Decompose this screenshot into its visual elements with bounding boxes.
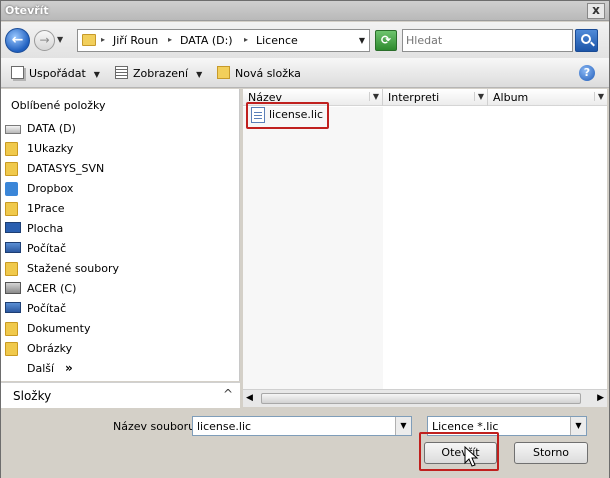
window-title: Otevřít bbox=[5, 4, 49, 17]
search-box[interactable] bbox=[402, 29, 573, 52]
acer-drive-icon bbox=[5, 282, 21, 294]
chevron-down-icon: ▼ bbox=[93, 70, 100, 79]
chevron-right-icon[interactable]: ▸ bbox=[244, 35, 248, 44]
nav-item-dropbox[interactable]: Dropbox bbox=[5, 179, 235, 199]
nav-item-stazene-soubory[interactable]: Stažené soubory bbox=[5, 259, 235, 279]
nav-item-pocitac[interactable]: Počítač bbox=[5, 239, 235, 259]
organize-icon bbox=[11, 66, 24, 79]
desktop-icon bbox=[5, 222, 21, 233]
open-button-highlight-annotation bbox=[419, 432, 499, 471]
open-file-dialog: Otevřít x ← → ▼ ▸ Jiří Roun ▸ DATA (D:) … bbox=[0, 0, 610, 478]
column-header-album[interactable]: Album ▼ bbox=[488, 89, 607, 106]
chevron-right-icon[interactable]: ▸ bbox=[101, 35, 105, 44]
chevron-down-icon[interactable]: ▼ bbox=[395, 417, 411, 435]
horizontal-scrollbar[interactable]: ◀ ▶ bbox=[243, 389, 607, 407]
organize-label: Uspořádat bbox=[29, 67, 86, 80]
folder-icon bbox=[5, 162, 18, 176]
dialog-footer: Název souboru: license.lic ▼ Licence *.l… bbox=[1, 408, 609, 478]
views-button[interactable]: Zobrazení ▼ bbox=[115, 66, 202, 80]
views-icon bbox=[115, 66, 128, 79]
folder-icon bbox=[5, 142, 18, 156]
chevron-down-icon[interactable]: ▼ bbox=[570, 417, 586, 435]
breadcrumb-folder[interactable]: Licence bbox=[256, 34, 298, 47]
address-bar[interactable]: ▸ Jiří Roun ▸ DATA (D:) ▸ Licence ▼ bbox=[77, 29, 370, 52]
file-list: Název ▼ Interpreti ▼ Album ▼ license.lic… bbox=[243, 89, 607, 407]
computer-icon bbox=[5, 302, 21, 313]
favorites-header: Oblíbené položky bbox=[11, 99, 106, 112]
double-chevron-right-icon: » bbox=[65, 361, 73, 375]
help-button[interactable]: ? bbox=[579, 65, 595, 81]
search-input[interactable] bbox=[406, 31, 566, 50]
scroll-right-icon[interactable]: ▶ bbox=[597, 393, 604, 403]
filename-value: license.lic bbox=[197, 420, 252, 433]
chevron-down-icon[interactable]: ▼ bbox=[368, 92, 379, 101]
nav-item-pocitac-2[interactable]: Počítač bbox=[5, 299, 235, 319]
organize-button[interactable]: Uspořádat ▼ bbox=[11, 66, 100, 80]
folder-icon bbox=[5, 202, 18, 216]
navigation-pane: Oblíbené položky DATA (D) 1Ukazky DATASY… bbox=[1, 89, 240, 381]
chevron-up-icon: ^ bbox=[223, 387, 234, 401]
nav-item-1ukazky[interactable]: 1Ukazky bbox=[5, 139, 235, 159]
filename-field[interactable]: license.lic ▼ bbox=[192, 416, 412, 436]
title-bar[interactable]: Otevřít x bbox=[1, 1, 609, 21]
chevron-right-icon[interactable]: ▸ bbox=[168, 35, 172, 44]
nav-item-plocha[interactable]: Plocha bbox=[5, 219, 235, 239]
file-highlight-annotation bbox=[246, 102, 329, 129]
folder-icon bbox=[82, 34, 96, 46]
column-header-interpreti[interactable]: Interpreti ▼ bbox=[383, 89, 488, 106]
refresh-button[interactable]: ⟳ bbox=[375, 30, 397, 51]
search-button[interactable] bbox=[575, 29, 598, 52]
folders-toggle[interactable]: Složky ^ bbox=[1, 382, 240, 408]
mouse-cursor-icon bbox=[464, 446, 479, 467]
new-folder-label: Nová složka bbox=[235, 67, 301, 80]
folder-icon bbox=[5, 342, 18, 356]
folder-icon bbox=[5, 262, 18, 276]
nav-item-datasys-svn[interactable]: DATASYS_SVN bbox=[5, 159, 235, 179]
views-label: Zobrazení bbox=[133, 67, 189, 80]
chevron-down-icon[interactable]: ▼ bbox=[593, 92, 604, 101]
scrollbar-thumb[interactable] bbox=[261, 393, 581, 404]
forward-button[interactable]: → bbox=[34, 30, 55, 51]
nav-item-obrazky[interactable]: Obrázky bbox=[5, 339, 235, 359]
chevron-down-icon[interactable]: ▼ bbox=[473, 92, 484, 101]
computer-icon bbox=[5, 242, 21, 253]
filename-label: Název souboru: bbox=[113, 420, 199, 433]
new-folder-button[interactable]: Nová složka bbox=[217, 66, 301, 80]
close-button[interactable]: x bbox=[587, 3, 605, 19]
nav-item-dokumenty[interactable]: Dokumenty bbox=[5, 319, 235, 339]
address-dropdown-icon[interactable]: ▼ bbox=[359, 36, 365, 45]
nav-item-dalsi[interactable]: Další » bbox=[5, 359, 235, 379]
nav-item-acer-c[interactable]: ACER (C) bbox=[5, 279, 235, 299]
back-button[interactable]: ← bbox=[5, 28, 30, 53]
scroll-left-icon[interactable]: ◀ bbox=[246, 393, 253, 403]
new-folder-icon bbox=[217, 66, 230, 79]
breadcrumb-user[interactable]: Jiří Roun bbox=[113, 34, 158, 47]
folders-label: Složky bbox=[13, 389, 52, 403]
drive-icon bbox=[5, 125, 21, 134]
address-row: ← → ▼ ▸ Jiří Roun ▸ DATA (D:) ▸ Licence … bbox=[1, 22, 609, 58]
dropbox-icon bbox=[5, 182, 18, 196]
chevron-down-icon: ▼ bbox=[196, 70, 203, 79]
recent-locations-dropdown-icon[interactable]: ▼ bbox=[57, 35, 63, 44]
nav-item-1prace[interactable]: 1Prace bbox=[5, 199, 235, 219]
folder-icon bbox=[5, 322, 18, 336]
cancel-button[interactable]: Storno bbox=[514, 442, 588, 464]
breadcrumb-drive[interactable]: DATA (D:) bbox=[180, 34, 233, 47]
nav-item-data-d[interactable]: DATA (D) bbox=[5, 119, 235, 139]
command-toolbar: Uspořádat ▼ Zobrazení ▼ Nová složka ? bbox=[1, 58, 609, 88]
